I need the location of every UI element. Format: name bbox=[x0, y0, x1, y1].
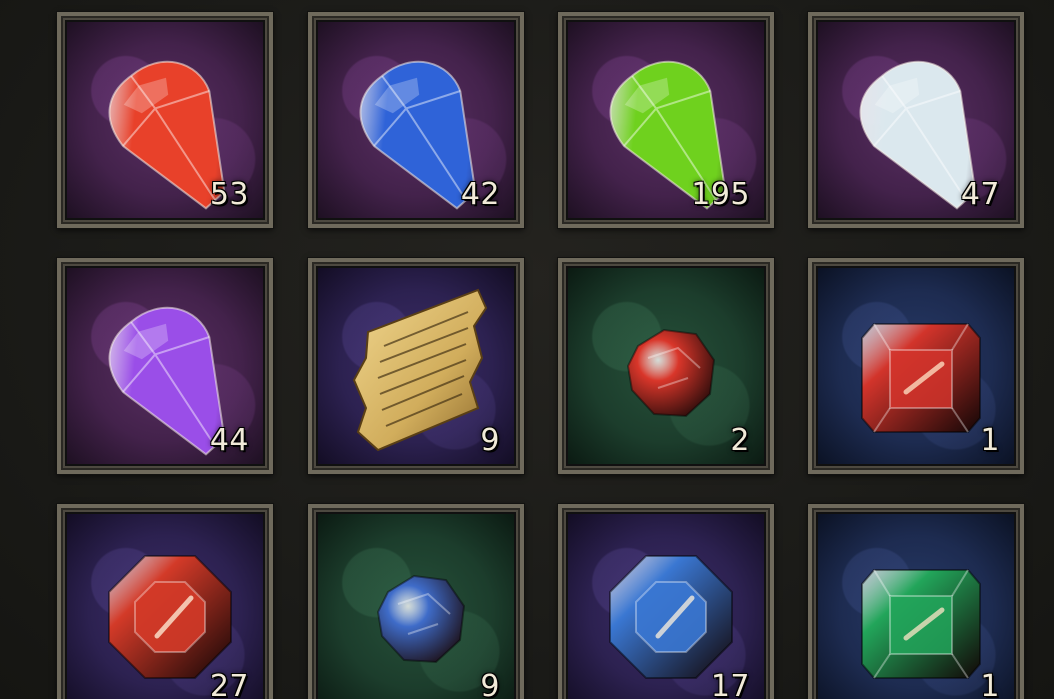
slot-background: 1 bbox=[818, 268, 1014, 464]
inventory-slot[interactable]: 44 bbox=[57, 258, 273, 474]
inventory-slot[interactable]: 42 bbox=[308, 12, 524, 228]
item-count: 27 bbox=[209, 669, 249, 699]
slot-background: 42 bbox=[318, 22, 514, 218]
slot-background: 17 bbox=[568, 514, 764, 699]
slot-background: 9 bbox=[318, 514, 514, 699]
item-count: 53 bbox=[209, 177, 249, 212]
inventory-slot[interactable]: 47 bbox=[808, 12, 1024, 228]
item-count: 42 bbox=[460, 177, 500, 212]
slot-background: 195 bbox=[568, 22, 764, 218]
slot-background: 27 bbox=[67, 514, 263, 699]
inventory-slot[interactable]: 1 bbox=[808, 504, 1024, 699]
inventory-slot[interactable]: 9 bbox=[308, 258, 524, 474]
inventory-slot[interactable]: 195 bbox=[558, 12, 774, 228]
slot-background: 2 bbox=[568, 268, 764, 464]
inventory-grid: 53 42 195 47 44 9 2 1 27 9 17 1 bbox=[0, 0, 1054, 699]
item-count: 1 bbox=[980, 669, 1000, 699]
slot-background: 47 bbox=[818, 22, 1014, 218]
inventory-slot[interactable]: 2 bbox=[558, 258, 774, 474]
inventory-slot[interactable]: 1 bbox=[808, 258, 1024, 474]
item-count: 17 bbox=[710, 669, 750, 699]
inventory-slot[interactable]: 9 bbox=[308, 504, 524, 699]
item-count: 195 bbox=[691, 177, 750, 212]
inventory-slot[interactable]: 17 bbox=[558, 504, 774, 699]
inventory-slot[interactable]: 53 bbox=[57, 12, 273, 228]
item-count: 9 bbox=[480, 423, 500, 458]
slot-background: 53 bbox=[67, 22, 263, 218]
item-count: 1 bbox=[980, 423, 1000, 458]
slot-background: 1 bbox=[818, 514, 1014, 699]
item-count: 47 bbox=[960, 177, 1000, 212]
item-count: 9 bbox=[480, 669, 500, 699]
slot-background: 9 bbox=[318, 268, 514, 464]
item-count: 44 bbox=[209, 423, 249, 458]
inventory-slot[interactable]: 27 bbox=[57, 504, 273, 699]
item-count: 2 bbox=[730, 423, 750, 458]
slot-background: 44 bbox=[67, 268, 263, 464]
